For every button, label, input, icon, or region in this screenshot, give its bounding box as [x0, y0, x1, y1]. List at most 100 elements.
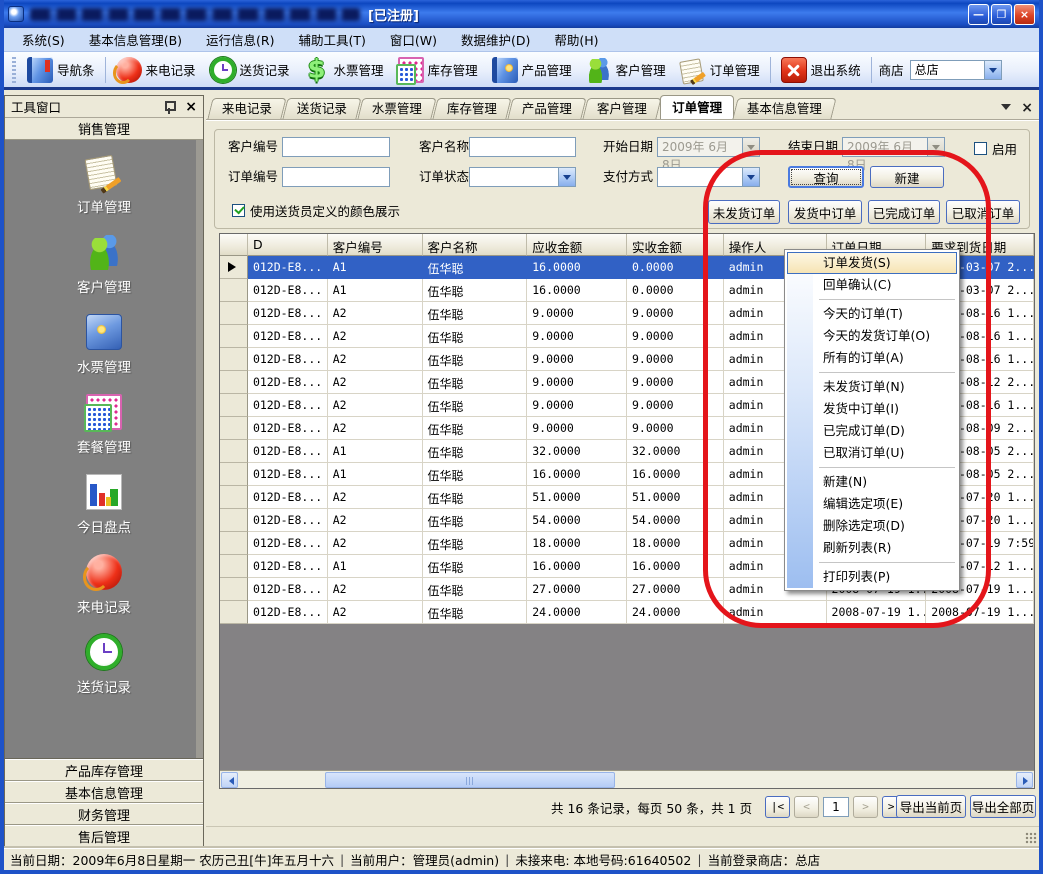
menu-item-运行信息R[interactable]: 运行信息(R): [194, 27, 286, 52]
scrollbar-thumb[interactable]: [325, 772, 615, 788]
toolbar-button-客户管理[interactable]: 客户管理: [579, 55, 673, 85]
end-date-dropdown-icon[interactable]: [927, 138, 944, 156]
menu-item-帮助H[interactable]: 帮助(H): [542, 27, 610, 52]
context-menu-item-今天的订单(T)[interactable]: 今天的订单(T): [787, 303, 957, 325]
row-selector[interactable]: [220, 578, 248, 601]
sidebar-item-来电记录[interactable]: 来电记录: [5, 554, 203, 616]
sidebar-scrollbar[interactable]: [196, 140, 203, 758]
export-current-page-button[interactable]: 导出当前页: [896, 795, 966, 818]
row-selector[interactable]: [220, 371, 248, 394]
enable-checkbox-box[interactable]: [974, 142, 987, 155]
toolbar-drag-handle[interactable]: [12, 57, 16, 83]
start-date-picker[interactable]: 2009年 6月 8日: [657, 137, 760, 157]
toolbar-button-产品管理[interactable]: 产品管理: [485, 55, 579, 85]
end-date-picker[interactable]: 2009年 6月 8日: [842, 137, 945, 157]
row-selector[interactable]: [220, 279, 248, 302]
prev-page-button[interactable]: <: [794, 796, 819, 818]
grid-header-应收金额[interactable]: 应收金额: [527, 234, 627, 256]
grid-horizontal-scrollbar[interactable]: [220, 770, 1034, 788]
courier-color-checkbox[interactable]: 使用送货员定义的颜色展示: [232, 201, 400, 220]
menu-item-基本信息管理B[interactable]: 基本信息管理(B): [77, 27, 194, 52]
toolbar-button-订单管理[interactable]: 订单管理: [673, 55, 767, 85]
enable-date-checkbox[interactable]: 启用: [974, 139, 1017, 158]
pay-method-dropdown-icon[interactable]: [742, 168, 759, 186]
resize-grip[interactable]: [1025, 832, 1037, 844]
order-no-input[interactable]: [282, 167, 390, 187]
context-menu-item-未发货订单(N)[interactable]: 未发货订单(N): [787, 376, 957, 398]
sidebar-item-水票管理[interactable]: 水票管理: [5, 314, 203, 376]
first-page-button[interactable]: |<: [765, 796, 790, 818]
tab-产品管理[interactable]: 产品管理: [507, 98, 586, 119]
toolbar-button-退出系统[interactable]: 退出系统: [774, 55, 868, 85]
context-menu-item-编辑选定项(E)[interactable]: 编辑选定项(E): [787, 493, 957, 515]
row-selector[interactable]: [220, 417, 248, 440]
row-selector[interactable]: [220, 532, 248, 555]
menu-item-窗口W[interactable]: 窗口(W): [378, 27, 449, 52]
context-menu-item-新建(N)[interactable]: 新建(N): [787, 471, 957, 493]
status-filter-发货中订单[interactable]: 发货中订单: [788, 200, 862, 224]
export-all-pages-button[interactable]: 导出全部页: [970, 795, 1036, 818]
context-menu-item-订单发货(S)[interactable]: 订单发货(S): [787, 252, 957, 274]
tab-close-icon[interactable]: ×: [1021, 101, 1033, 115]
sidebar-section-产品库存管理[interactable]: 产品库存管理: [5, 759, 203, 781]
context-menu-item-所有的订单(A)[interactable]: 所有的订单(A): [787, 347, 957, 369]
sidebar-item-客户管理[interactable]: 客户管理: [5, 234, 203, 296]
minimize-button[interactable]: —: [968, 4, 989, 25]
tab-送货记录[interactable]: 送货记录: [282, 98, 361, 119]
courier-color-checkbox-box[interactable]: [232, 204, 245, 217]
toolbar-button-来电记录[interactable]: 来电记录: [109, 55, 203, 85]
next-page-button[interactable]: >: [853, 796, 878, 818]
table-row[interactable]: 012D-E8...A2伍华聪24.000024.0000admin2008-0…: [220, 601, 1034, 624]
toolbar-button-导航条[interactable]: 导航条: [20, 55, 102, 85]
scroll-right-icon[interactable]: [1016, 772, 1033, 788]
row-selector[interactable]: [220, 325, 248, 348]
row-selector[interactable]: [220, 302, 248, 325]
pin-icon[interactable]: [163, 100, 175, 114]
context-menu-item-刷新列表(R)[interactable]: 刷新列表(R): [787, 537, 957, 559]
shop-select[interactable]: 总店: [910, 60, 1002, 80]
row-selector[interactable]: [220, 394, 248, 417]
row-selector[interactable]: [220, 509, 248, 532]
menu-item-辅助工具T[interactable]: 辅助工具(T): [287, 27, 378, 52]
menu-item-数据维护D[interactable]: 数据维护(D): [449, 27, 542, 52]
sidebar-section-财务管理[interactable]: 财务管理: [5, 803, 203, 825]
context-menu-item-打印列表(P)[interactable]: 打印列表(P): [787, 566, 957, 588]
new-button[interactable]: 新建: [870, 166, 944, 188]
row-selector[interactable]: [220, 601, 248, 624]
row-selector[interactable]: [220, 486, 248, 509]
sidebar-item-订单管理[interactable]: 订单管理: [5, 154, 203, 216]
maximize-button[interactable]: ❐: [991, 4, 1012, 25]
tab-水票管理[interactable]: 水票管理: [357, 98, 436, 119]
customer-name-input[interactable]: [469, 137, 576, 157]
context-menu-item-已取消订单(U)[interactable]: 已取消订单(U): [787, 442, 957, 464]
start-date-dropdown-icon[interactable]: [742, 138, 759, 156]
grid-header-客户编号[interactable]: 客户编号: [328, 234, 423, 256]
row-selector[interactable]: [220, 348, 248, 371]
status-filter-已取消订单[interactable]: 已取消订单: [946, 200, 1020, 224]
tab-订单管理[interactable]: 订单管理: [660, 95, 734, 119]
tool-window-close-icon[interactable]: ×: [185, 101, 197, 113]
menu-item-系统S[interactable]: 系统(S): [10, 27, 77, 52]
row-selector[interactable]: [220, 555, 248, 578]
tab-基本信息管理[interactable]: 基本信息管理: [732, 98, 836, 119]
tab-客户管理[interactable]: 客户管理: [582, 98, 661, 119]
context-menu-item-删除选定项(D)[interactable]: 删除选定项(D): [787, 515, 957, 537]
context-menu-item-已完成订单(D)[interactable]: 已完成订单(D): [787, 420, 957, 442]
sidebar-section-sales[interactable]: 销售管理: [5, 118, 203, 140]
toolbar-button-送货记录[interactable]: 送货记录: [203, 55, 297, 85]
grid-header-客户名称[interactable]: 客户名称: [423, 234, 528, 256]
status-filter-未发货订单[interactable]: 未发货订单: [708, 200, 780, 224]
context-menu-item-回单确认(C)[interactable]: 回单确认(C): [787, 274, 957, 296]
sidebar-item-送货记录[interactable]: 送货记录: [5, 634, 203, 696]
toolbar-button-库存管理[interactable]: 库存管理: [391, 55, 485, 85]
pay-method-select[interactable]: [657, 167, 760, 187]
shop-dropdown-icon[interactable]: [984, 61, 1001, 79]
context-menu-item-今天的发货订单(O)[interactable]: 今天的发货订单(O): [787, 325, 957, 347]
grid-header-D[interactable]: D: [248, 234, 328, 256]
grid-header-实收金额[interactable]: 实收金额: [627, 234, 724, 256]
sidebar-section-售后管理[interactable]: 售后管理: [5, 825, 203, 847]
close-button[interactable]: ×: [1014, 4, 1035, 25]
order-status-dropdown-icon[interactable]: [558, 168, 575, 186]
row-selector[interactable]: [220, 463, 248, 486]
toolbar-button-水票管理[interactable]: 水票管理: [297, 55, 391, 85]
